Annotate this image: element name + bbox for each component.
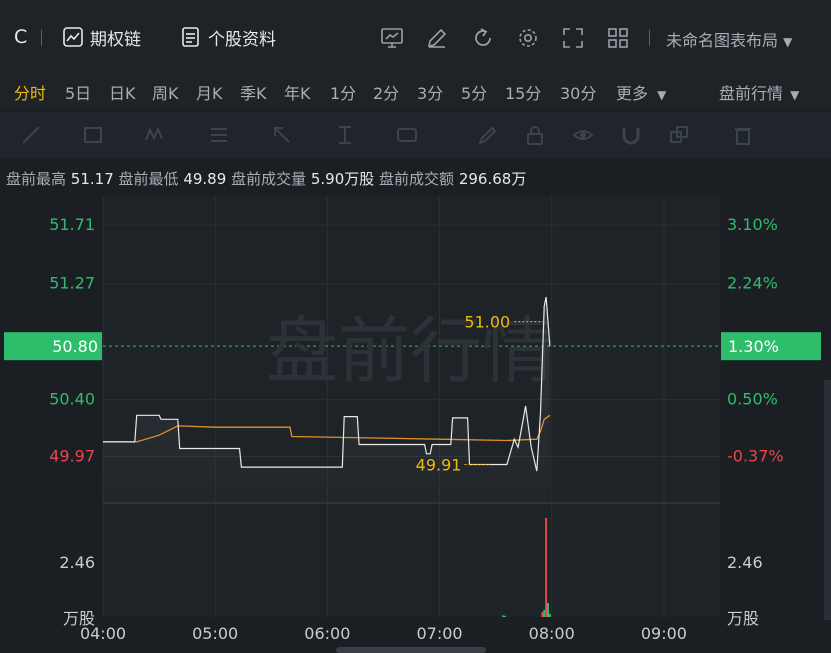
tab-period[interactable]: 分时 xyxy=(14,80,46,104)
tab-period[interactable]: 1分 xyxy=(330,80,356,104)
stat-turnover-label: 盘前成交额 xyxy=(379,170,455,188)
premarket-stats: 盘前最高 51.17 盘前最低 49.89 盘前成交量 5.90万股 盘前成交额… xyxy=(6,168,526,189)
volume-bar xyxy=(503,615,506,617)
text-label-icon[interactable] xyxy=(396,124,418,146)
edit-icon[interactable] xyxy=(425,26,449,50)
stat-volume-value: 5.90万股 xyxy=(310,170,375,188)
tab-period[interactable]: 15分 xyxy=(505,80,541,104)
top-toolbar: C 期权链 个股资料 未命名图表布局 ▼ xyxy=(0,0,831,72)
x-tick-label: 05:00 xyxy=(192,624,238,643)
high-annotation-label: 51.00 xyxy=(464,313,510,332)
tab-period[interactable]: 年K xyxy=(284,80,311,104)
drawing-toolbar xyxy=(0,112,831,158)
ticker-symbol[interactable]: C xyxy=(14,26,27,48)
volume-bar xyxy=(546,602,549,617)
tab-period[interactable]: 2分 xyxy=(373,80,399,104)
brush-icon[interactable] xyxy=(476,124,498,146)
options-chain-label: 期权链 xyxy=(90,29,141,50)
layout-name-label: 未命名图表布局 xyxy=(666,31,779,50)
caret-down-icon: ▼ xyxy=(790,88,800,102)
side-scroll-rail[interactable] xyxy=(824,380,831,620)
more-label: 更多 xyxy=(616,84,649,103)
tab-period[interactable]: 月K xyxy=(196,80,223,104)
presentation-icon[interactable] xyxy=(380,26,404,50)
refresh-icon[interactable] xyxy=(471,26,495,50)
y-tick-label-left: 50.40 xyxy=(49,389,95,408)
eye-icon[interactable] xyxy=(572,124,594,146)
stat-high-value: 51.17 xyxy=(70,170,114,188)
current-pct-label: 1.30% xyxy=(728,337,779,356)
options-chain-button[interactable]: 期权链 xyxy=(62,24,141,50)
tab-period[interactable]: 30分 xyxy=(560,80,596,104)
lock-icon[interactable] xyxy=(524,124,546,146)
period-tabs: 分时 5日 日K 周K 月K 季K 年K 1分 2分 3分 5分 15分 30分… xyxy=(0,72,831,110)
document-icon xyxy=(182,27,199,47)
fibonacci-icon[interactable] xyxy=(208,124,230,146)
grid-layout-icon[interactable] xyxy=(606,26,630,50)
rectangle-icon[interactable] xyxy=(82,124,104,146)
gear-icon[interactable] xyxy=(516,26,540,50)
stat-turnover-value: 296.68万 xyxy=(458,170,527,188)
tab-period[interactable]: 周K xyxy=(152,80,179,104)
session-label: 盘前行情 xyxy=(719,84,784,103)
stock-info-button[interactable]: 个股资料 xyxy=(180,24,276,50)
fullscreen-icon[interactable] xyxy=(561,26,585,50)
volume-bar xyxy=(545,518,548,617)
y-tick-label-left: 51.27 xyxy=(49,274,95,293)
x-tick-label: 04:00 xyxy=(80,624,126,643)
tab-period[interactable]: 日K xyxy=(109,80,136,104)
x-tick-label: 08:00 xyxy=(529,624,575,643)
stat-volume-label: 盘前成交量 xyxy=(231,170,307,188)
magnet-icon[interactable] xyxy=(620,124,642,146)
chart-box-icon xyxy=(63,27,83,47)
y-tick-label-right: 0.50% xyxy=(727,389,778,408)
volume-bar xyxy=(543,609,546,617)
y-tick-label-right: 2.24% xyxy=(727,274,778,293)
stat-high-label: 盘前最高 xyxy=(6,170,67,188)
wave-pattern-icon[interactable] xyxy=(144,124,166,146)
more-periods-dropdown[interactable]: 更多 ▼ xyxy=(616,80,666,104)
caret-down-icon: ▼ xyxy=(783,35,793,49)
arrow-icon[interactable] xyxy=(271,124,293,146)
x-tick-label: 09:00 xyxy=(641,624,687,643)
session-dropdown[interactable]: 盘前行情 ▼ xyxy=(719,80,799,104)
horizontal-scrollbar[interactable] xyxy=(336,647,486,653)
stat-low-label: 盘前最低 xyxy=(118,170,179,188)
intraday-chart[interactable]: 盘前行情 51.71 3.10% 51.27 2.24% 50.40 0.50% 49.97… xyxy=(0,196,831,653)
current-price-label: 50.80 xyxy=(52,337,98,356)
tab-period[interactable]: 季K xyxy=(240,80,267,104)
divider xyxy=(41,30,42,46)
layers-icon[interactable] xyxy=(668,124,690,146)
tab-period[interactable]: 3分 xyxy=(417,80,443,104)
y-tick-label-right: 3.10% xyxy=(727,215,778,234)
volume-bar xyxy=(548,613,551,617)
volume-bar xyxy=(541,612,544,617)
volume-max-label-left: 2.46 xyxy=(59,553,95,572)
stat-low-value: 49.89 xyxy=(183,170,227,188)
divider xyxy=(649,30,650,46)
volume-bar xyxy=(502,615,505,617)
y-tick-label-right: -0.37% xyxy=(727,446,784,465)
layout-name-dropdown[interactable]: 未命名图表布局 ▼ xyxy=(666,27,792,51)
low-annotation-label: 49.91 xyxy=(416,455,462,474)
volume-max-label-right: 2.46 xyxy=(727,553,763,572)
trash-icon[interactable] xyxy=(732,124,754,146)
y-tick-label-left: 51.71 xyxy=(49,215,95,234)
stock-info-label: 个股资料 xyxy=(208,29,276,50)
caret-down-icon: ▼ xyxy=(657,88,667,102)
tab-period[interactable]: 5分 xyxy=(461,80,487,104)
plot-background xyxy=(103,196,720,617)
volume-unit-right: 万股 xyxy=(727,609,759,628)
watermark-text: 盘前行情 xyxy=(266,309,554,393)
y-tick-label-left: 49.97 xyxy=(49,446,95,465)
x-tick-label: 07:00 xyxy=(416,624,462,643)
x-tick-label: 06:00 xyxy=(304,624,350,643)
measure-icon[interactable] xyxy=(334,124,356,146)
tab-period[interactable]: 5日 xyxy=(65,80,91,104)
trend-line-icon[interactable] xyxy=(20,124,42,146)
